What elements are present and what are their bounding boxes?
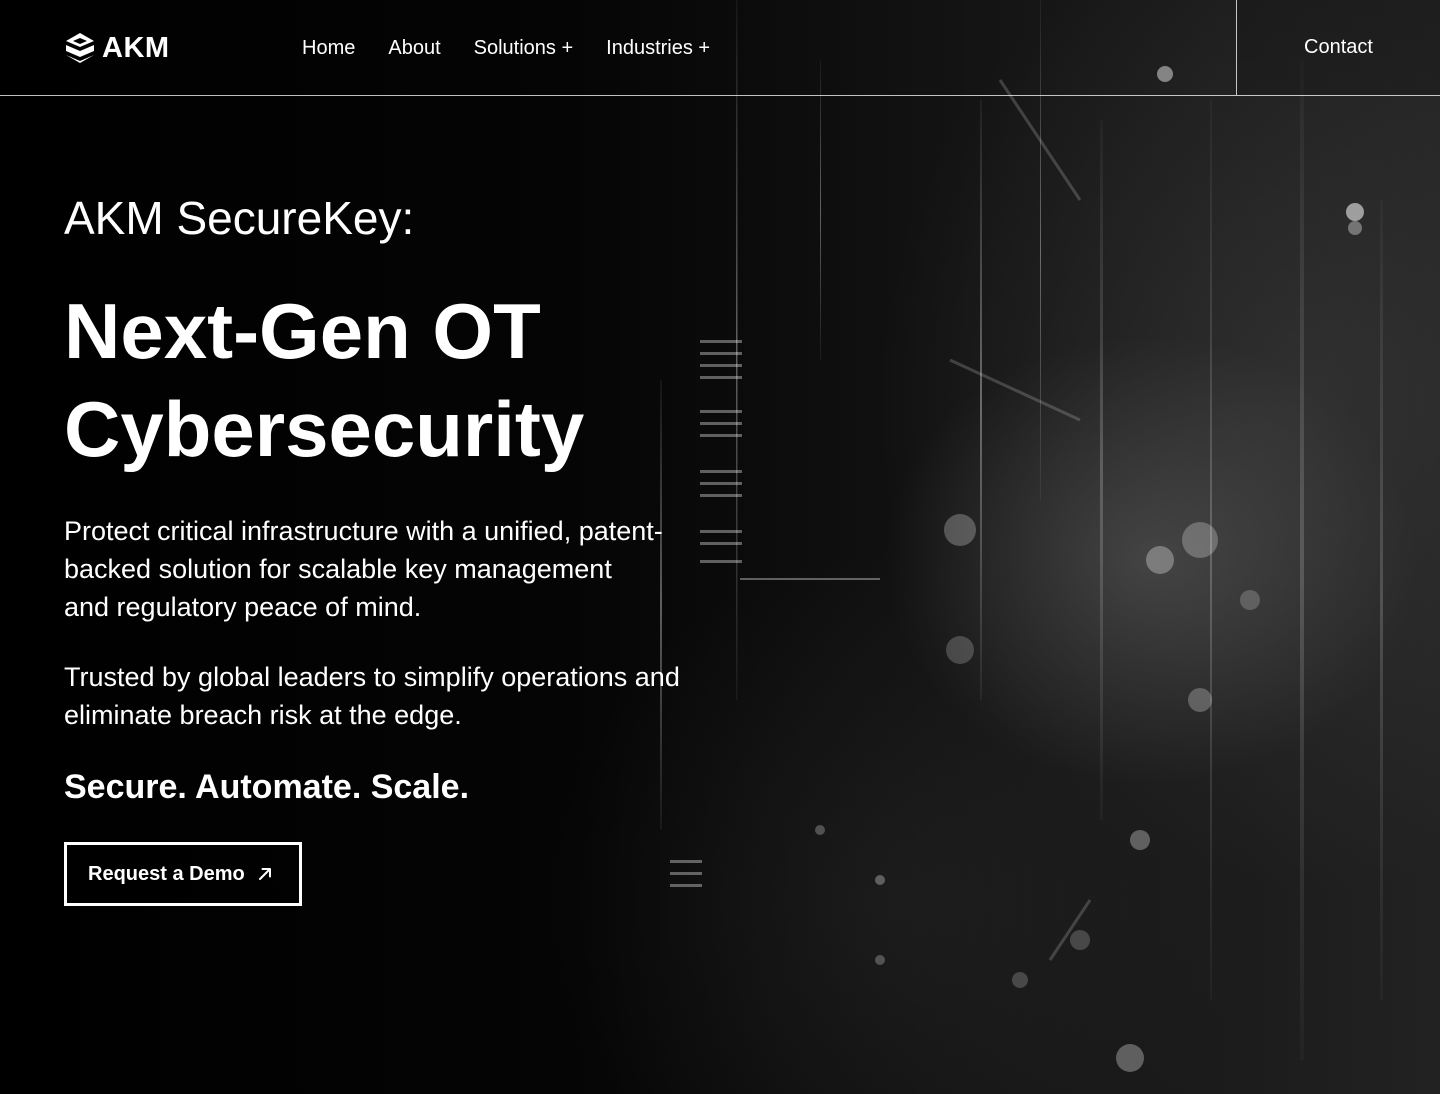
nav-item-solutions[interactable]: Solutions + — [474, 34, 574, 62]
request-demo-button[interactable]: Request a Demo — [64, 842, 302, 906]
arrow-up-right-icon — [258, 868, 271, 880]
request-demo-label: Request a Demo — [88, 862, 245, 885]
hero-trust-statement: Trusted by global leaders to simplify op… — [64, 662, 680, 730]
nav-item-about[interactable]: About — [388, 34, 440, 62]
nav-item-industries[interactable]: Industries + — [606, 34, 710, 62]
nav-item-home[interactable]: Home — [302, 34, 355, 62]
hero-headline-line-2: Cybersecurity — [64, 385, 585, 473]
akm-logo-mark-icon — [66, 33, 94, 63]
hero-headline: Next-Gen OT Cybersecurity — [64, 282, 744, 478]
logo-wordmark: AKM — [102, 32, 170, 64]
contact-button[interactable]: Contact — [1236, 0, 1440, 95]
hero-tagline: Secure. Automate. Scale. — [64, 768, 470, 806]
hero-eyebrow: AKM SecureKey: — [64, 192, 415, 244]
hero-description: Protect critical infrastructure with a u… — [64, 516, 663, 622]
site-header: AKM Home About Solutions + Industries + … — [0, 0, 1440, 96]
hero-headline-line-1: Next-Gen OT — [64, 287, 541, 375]
main-nav: Home About Solutions + Industries + — [302, 34, 710, 62]
akm-logo[interactable]: AKM — [64, 32, 170, 64]
